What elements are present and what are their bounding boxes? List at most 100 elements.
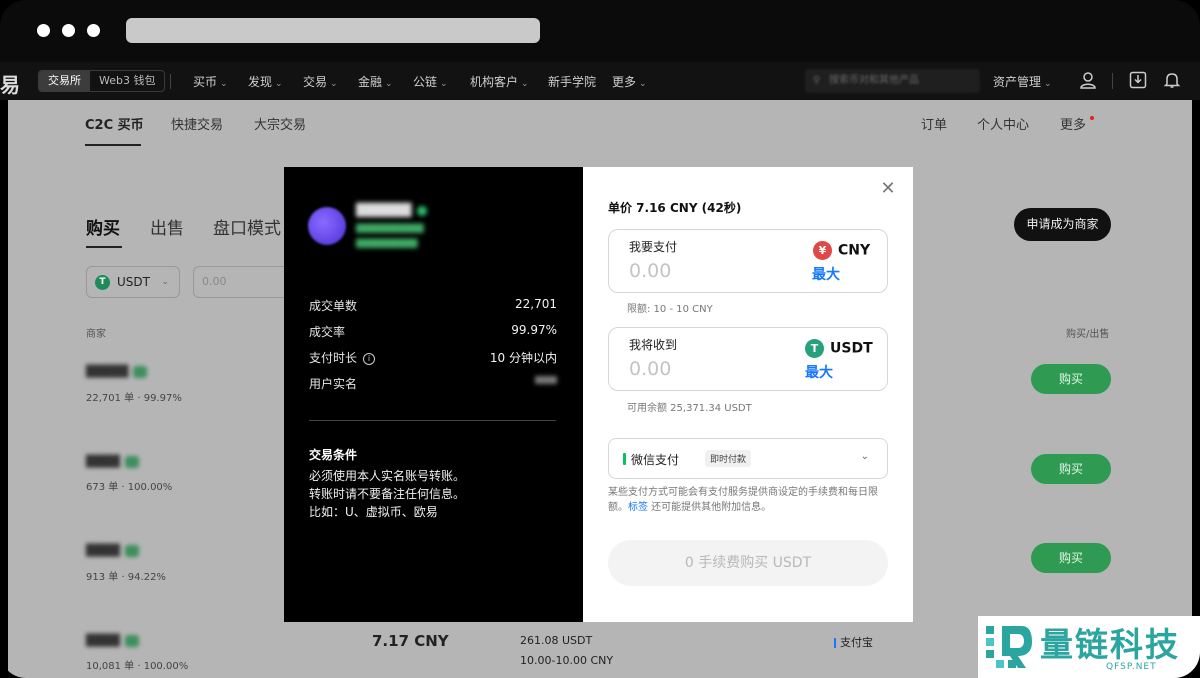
nav-item-trade[interactable]: 交易 ⌄	[303, 73, 338, 90]
row-payment: 支付宝	[834, 634, 873, 650]
tab-c2c-buy[interactable]: C2C 买币	[85, 114, 144, 133]
stat-value-payment-time: 10 分钟以内	[489, 351, 557, 365]
order-form-panel: ✕ 单价 7.16 CNY (42秒) 我要支付 0.00 ¥ CNY 最大 限额…	[583, 167, 913, 622]
buy-button[interactable]: 购买	[1031, 543, 1111, 573]
download-icon[interactable]	[1128, 70, 1148, 90]
chevron-down-icon: ⌄	[330, 79, 338, 89]
nav-item-more[interactable]: 更多 ⌄	[612, 73, 647, 90]
more-link[interactable]: 更多	[1060, 114, 1086, 133]
tab-block-trade[interactable]: 大宗交易	[254, 114, 306, 133]
exchange-tab[interactable]: 交易所	[39, 71, 90, 91]
info-icon[interactable]: i	[363, 352, 376, 365]
column-header-merchant: 商家	[86, 329, 106, 340]
browser-titlebar	[0, 0, 1200, 62]
profile-link[interactable]: 个人中心	[977, 114, 1029, 133]
chevron-down-icon: ⌄	[161, 277, 169, 287]
receive-label: 我将收到	[629, 338, 678, 352]
search-input[interactable]: ⚲ 搜索币对和其他产品	[805, 69, 980, 93]
coin-select[interactable]: T USDT ⌄	[86, 266, 180, 298]
merchant-info-panel: ██████ ███████████ ██████████ 成交单数 22,70…	[284, 167, 583, 622]
user-icon[interactable]	[1078, 70, 1098, 90]
pay-label: 我要支付	[629, 240, 678, 254]
brand-logo[interactable]: 易	[0, 69, 20, 98]
tab-quick-trade[interactable]: 快捷交易	[171, 114, 223, 133]
apply-merchant-button[interactable]: 申请成为商家	[1014, 208, 1111, 241]
buy-button[interactable]: 购买	[1031, 454, 1111, 484]
merchant-name[interactable]: ████	[86, 634, 139, 647]
browser-window: 易 交易所 Web3 钱包 买币 ⌄ 发现 ⌄ 交易 ⌄ 金融 ⌄ 公链 ⌄ 机构客户 ⌄ …	[0, 0, 1200, 678]
top-navigation: 易 交易所 Web3 钱包 买币 ⌄ 发现 ⌄ 交易 ⌄ 金融 ⌄ 公链 ⌄ 机构客户 ⌄ …	[0, 62, 1200, 100]
wechat-pay-icon	[623, 453, 626, 465]
tab-sell[interactable]: 出售	[150, 214, 184, 239]
tag-link[interactable]: 标签	[628, 502, 648, 513]
wallet-tab[interactable]: Web3 钱包	[90, 71, 164, 91]
platform-switch: 交易所 Web3 钱包	[38, 70, 166, 92]
nav-divider	[170, 74, 171, 89]
column-header-action: 购买/出售	[1066, 329, 1110, 340]
pay-amount-input[interactable]: 0.00	[629, 260, 671, 282]
limit-hint: 限额: 10 - 10 CNY	[627, 304, 713, 315]
watermark-text: 量链科技	[1040, 625, 1180, 664]
merchant-stats: 22,701 单 · 99.97%	[86, 393, 182, 404]
merchant-name[interactable]: ████	[86, 544, 139, 557]
watermark-logo-icon	[986, 626, 1032, 668]
divider	[309, 420, 556, 421]
close-icon[interactable]: ✕	[878, 179, 898, 199]
fee-disclaimer: 某些支付方式可能会有支付服务提供商设定的手续费和每日限额。标签 还可能提供其他附…	[608, 487, 878, 513]
payment-method-select[interactable]: 微信支付 即时付款 ⌄	[608, 438, 888, 479]
nav-item-academy[interactable]: 新手学院	[548, 73, 596, 90]
avatar	[308, 207, 346, 245]
buy-submit-button[interactable]: 0 手续费购买 USDT	[608, 540, 888, 586]
terms-line: 比如：U、虚拟币、欧易	[309, 505, 438, 519]
search-icon: ⚲	[813, 75, 821, 86]
address-bar[interactable]	[126, 18, 540, 43]
unit-price: 单价 7.16 CNY (42秒)	[608, 201, 742, 215]
chevron-down-icon: ⌄	[275, 79, 283, 89]
row-price: 7.17 CNY	[372, 632, 449, 650]
active-tab-indicator	[86, 246, 122, 248]
nav-item-institutional[interactable]: 机构客户 ⌄	[470, 73, 529, 90]
nav-item-buy-crypto[interactable]: 买币 ⌄	[193, 73, 228, 90]
chevron-down-icon: ⌄	[220, 79, 228, 89]
terms-line: 转账时请不要备注任何信息。	[309, 487, 466, 501]
pay-max-button[interactable]: 最大	[812, 264, 840, 284]
stat-value-completion: 99.97%	[511, 323, 557, 337]
merchant-subinfo: ██████████	[356, 239, 418, 248]
receive-amount-field[interactable]: 我将收到 0.00 T USDT 最大	[608, 327, 888, 391]
terms-title: 交易条件	[309, 448, 358, 462]
receive-amount-input[interactable]: 0.00	[629, 358, 671, 380]
cny-icon: ¥	[813, 241, 832, 260]
nav-item-finance[interactable]: 金融 ⌄	[358, 73, 393, 90]
merchant-name[interactable]: ████	[86, 455, 139, 468]
buy-button[interactable]: 购买	[1031, 364, 1111, 394]
asset-management-menu[interactable]: 资产管理 ⌄	[993, 73, 1052, 90]
chevron-down-icon: ⌄	[521, 79, 529, 89]
orders-link[interactable]: 订单	[921, 114, 947, 133]
tab-orderbook-mode[interactable]: 盘口模式	[213, 214, 281, 239]
nav-item-chain[interactable]: 公链 ⌄	[413, 73, 448, 90]
merchant-display-name: ██████	[356, 203, 428, 217]
window-close-dot[interactable]	[37, 24, 50, 37]
chevron-down-icon: ⌄	[1044, 79, 1052, 89]
instant-payment-badge: 即时付款	[705, 450, 752, 467]
tab-buy[interactable]: 购买	[86, 214, 120, 239]
tether-icon: T	[95, 275, 110, 290]
receive-max-button[interactable]: 最大	[805, 362, 833, 382]
payment-method-name: 微信支付	[631, 453, 680, 467]
balance-hint: 可用余额 25,371.34 USDT	[627, 403, 752, 414]
merchant-subinfo: ███████████	[356, 224, 424, 233]
nav-item-discover[interactable]: 发现 ⌄	[248, 73, 283, 90]
stat-label-completion: 成交率	[309, 325, 346, 339]
amount-filter-input[interactable]: 0.00	[193, 266, 293, 298]
window-minimize-dot[interactable]	[62, 24, 75, 37]
stat-value-real-name	[535, 376, 557, 384]
merchant-name[interactable]: █████	[86, 365, 148, 378]
pay-amount-field[interactable]: 我要支付 0.00 ¥ CNY 最大	[608, 229, 888, 293]
verified-icon	[417, 205, 428, 216]
merchant-stats: 10,081 单 · 100.00%	[86, 661, 189, 672]
merchant-stats: 913 单 · 94.22%	[86, 572, 166, 583]
window-maximize-dot[interactable]	[87, 24, 100, 37]
bell-icon[interactable]	[1162, 70, 1182, 90]
nav-divider	[1112, 73, 1113, 89]
notification-dot	[1090, 116, 1094, 120]
